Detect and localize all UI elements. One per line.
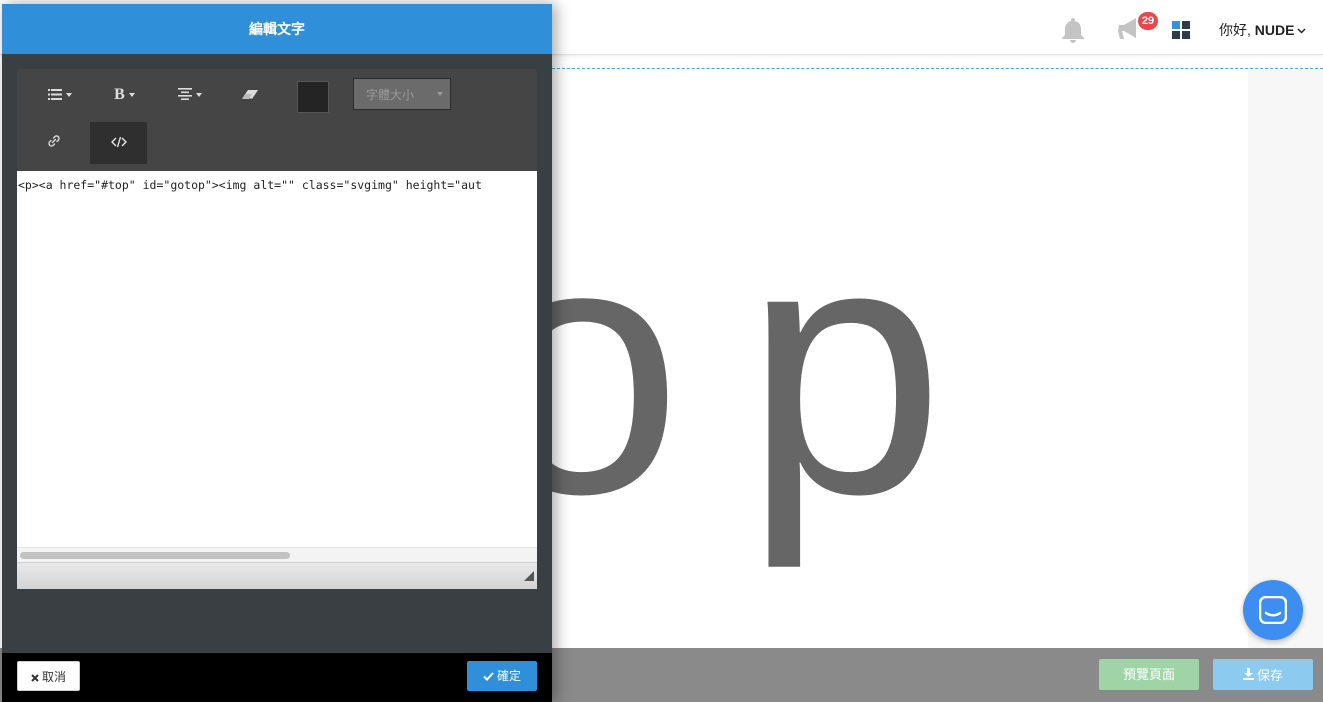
chat-launcher-button[interactable] — [1243, 580, 1303, 640]
apps-grid-icon[interactable] — [1172, 21, 1190, 44]
cancel-button[interactable]: 取消 — [17, 661, 80, 691]
list-dropdown-button[interactable] — [31, 74, 88, 116]
preview-text: op — [552, 167, 1007, 569]
font-size-label: 字體大小 — [366, 88, 415, 102]
save-button[interactable]: 保存 — [1213, 659, 1313, 690]
code-textarea[interactable]: <p><a href="#top" id="gotop"><img alt=""… — [17, 171, 537, 547]
preview-page-button[interactable]: 預覽頁面 — [1099, 659, 1199, 690]
chevron-down-icon — [1297, 21, 1306, 37]
clear-format-button[interactable] — [221, 74, 278, 116]
list-icon — [47, 87, 62, 104]
caret-icon — [128, 93, 135, 97]
download-icon — [1242, 660, 1254, 691]
code-view-button[interactable] — [90, 122, 147, 164]
align-dropdown-button[interactable] — [161, 74, 218, 116]
confirm-label: 確定 — [496, 669, 521, 683]
rich-text-editor: B 字體大小 <p><a href="#top" id="gotop"><img… — [17, 69, 537, 589]
bold-label: B — [114, 86, 125, 103]
link-button[interactable] — [25, 122, 82, 164]
greeting-text: 你好, — [1219, 22, 1255, 38]
panel-footer: 取消 確定 — [2, 653, 552, 702]
confirm-button[interactable]: 確定 — [467, 661, 537, 691]
link-icon — [47, 134, 61, 152]
horizontal-scrollbar[interactable] — [17, 547, 537, 563]
caret-icon — [65, 93, 72, 97]
bold-dropdown-button[interactable]: B — [96, 74, 153, 116]
selection-outline — [552, 68, 1323, 69]
save-label: 保存 — [1256, 668, 1283, 684]
code-content: <p><a href="#top" id="gotop"><img alt=""… — [18, 178, 482, 192]
caret-icon — [195, 93, 202, 97]
user-name: NUDE — [1254, 22, 1295, 38]
code-icon — [110, 135, 127, 152]
close-icon — [31, 663, 39, 693]
canvas-side-strip — [1248, 70, 1323, 648]
panel-title: 編輯文字 — [2, 4, 552, 54]
bell-icon[interactable] — [1060, 16, 1086, 49]
eraser-icon — [241, 87, 258, 104]
scrollbar-thumb[interactable] — [20, 552, 290, 559]
editor-statusbar — [17, 562, 537, 589]
resize-grip-icon[interactable] — [524, 568, 534, 586]
editor-toolbar: B 字體大小 — [17, 69, 537, 171]
caret-icon — [437, 92, 443, 96]
notification-badge: 29 — [1138, 12, 1158, 30]
check-icon — [483, 662, 494, 692]
cancel-label: 取消 — [41, 670, 66, 684]
text-color-button[interactable] — [297, 81, 329, 113]
chat-icon — [1259, 596, 1287, 624]
user-menu[interactable]: 你好, NUDE — [1219, 20, 1306, 40]
font-size-select[interactable]: 字體大小 — [353, 78, 451, 110]
align-center-icon — [177, 87, 192, 104]
page-canvas[interactable]: op — [552, 70, 1323, 648]
edit-text-panel: 編輯文字 B 字體大小 <p><a href="#top" id="gotop"… — [2, 4, 552, 702]
